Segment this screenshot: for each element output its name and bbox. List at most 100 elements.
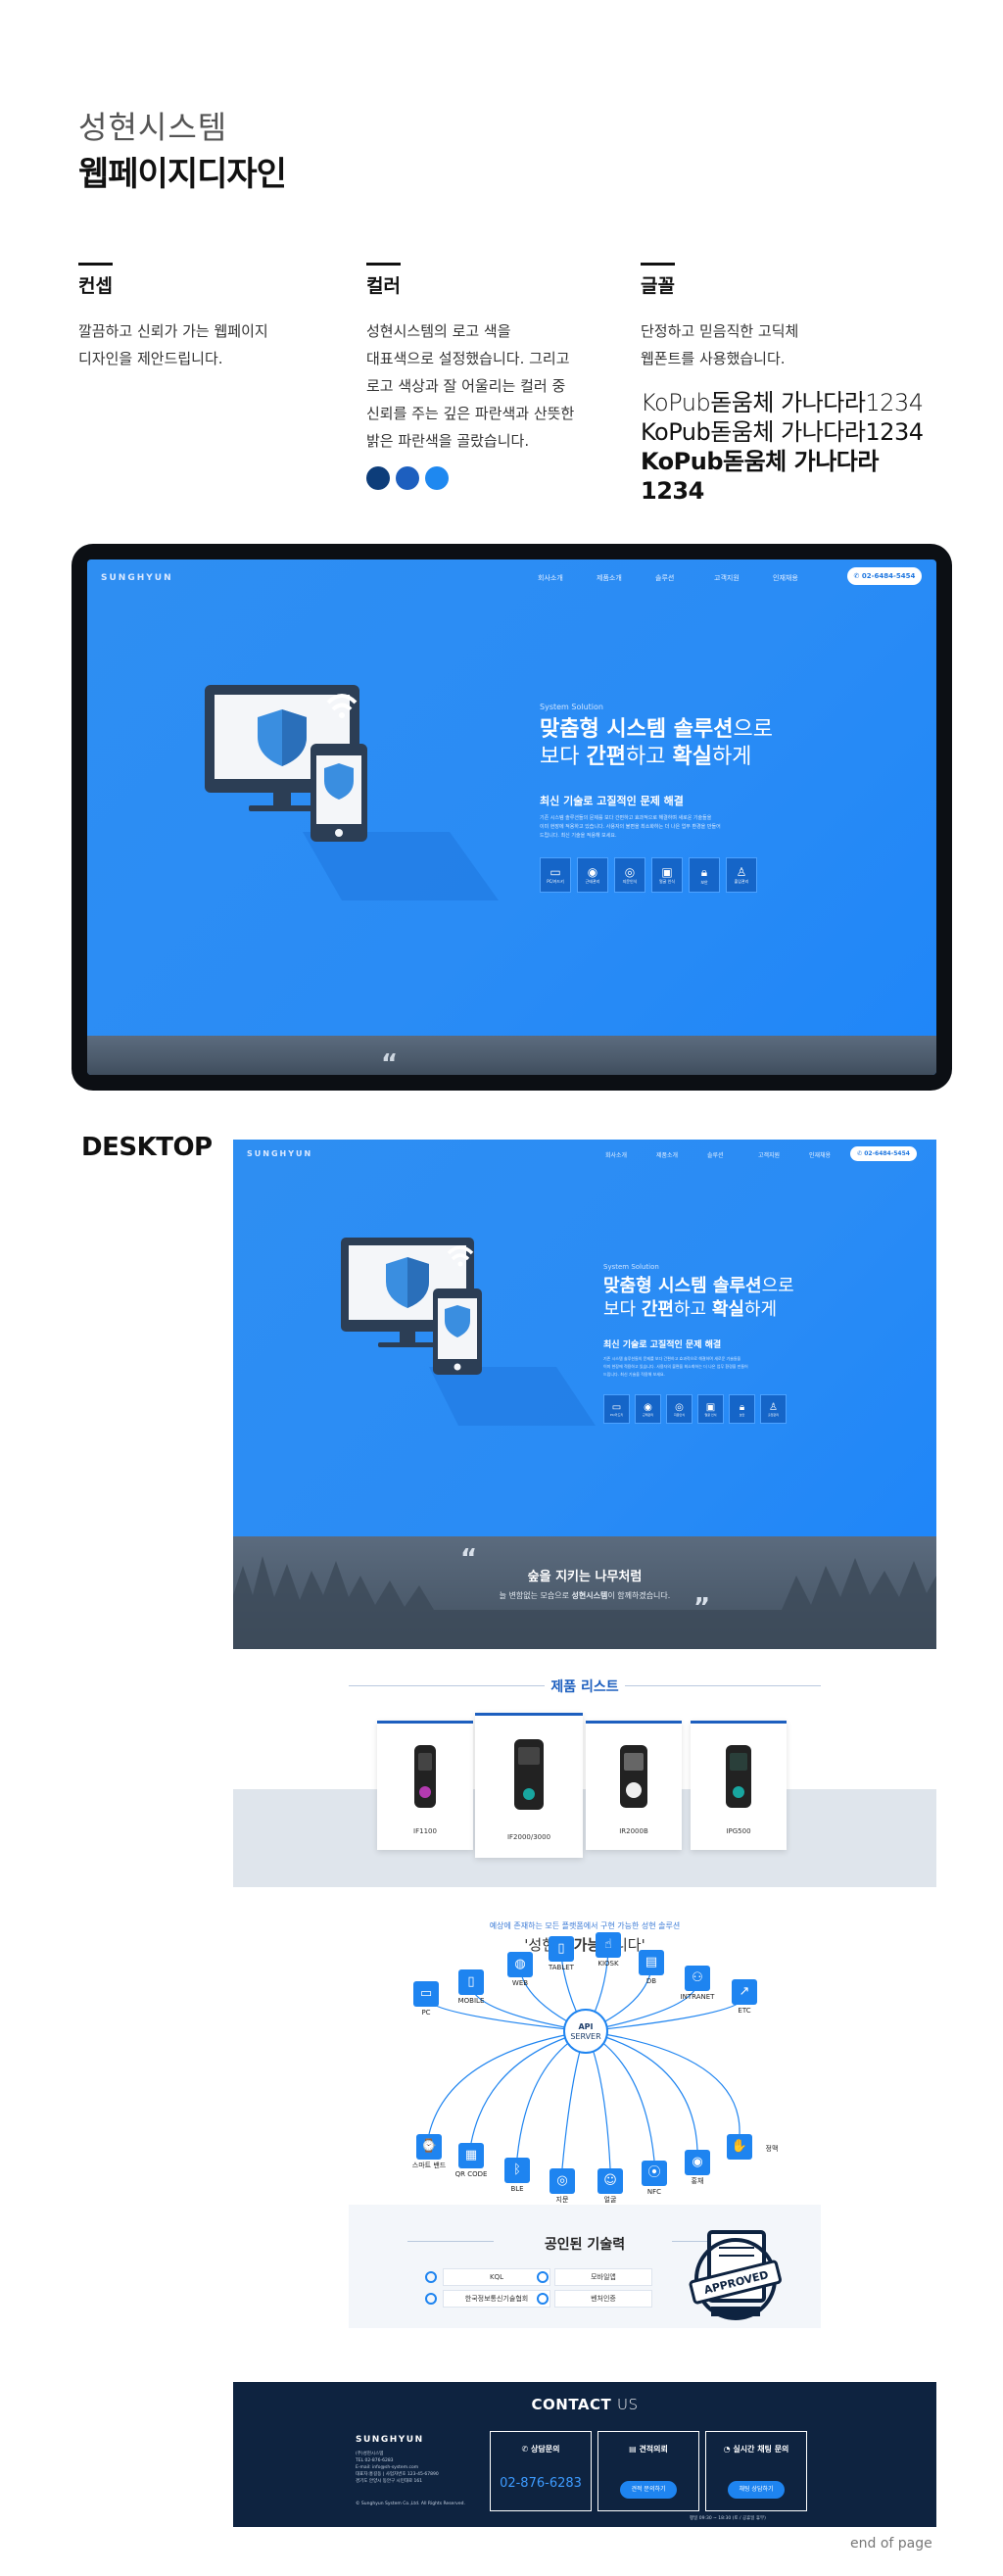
- device-image: [726, 1745, 751, 1808]
- node-label-ble: BLE: [510, 2185, 524, 2193]
- color-title: 컬러: [366, 263, 401, 298]
- product-card-if1100[interactable]: IF1100: [377, 1721, 473, 1850]
- contact-phone-number[interactable]: 02-876-6283: [491, 2476, 591, 2491]
- service-face[interactable]: ▣ 얼굴 인식: [651, 857, 683, 893]
- bluetooth-icon: ᛒ: [504, 2158, 530, 2183]
- desktop-hero-description: 기존 시스템 솔루션들의 문제를 보다 간편하고 효과적으로 해결하며 새로운 …: [603, 1356, 748, 1377]
- service-security[interactable]: 🔒︎ 보안: [689, 857, 720, 893]
- color-swatches: [366, 466, 611, 490]
- node-label-qr: QR CODE: [454, 2170, 488, 2178]
- contact-section: CONTACT US SUNGHYUN (주)성현시스템 TEL 02-876-…: [233, 2382, 936, 2527]
- node-label-db: DB: [645, 1977, 657, 1985]
- desktop-service-pc-card[interactable]: ▭ PC/카드키: [603, 1394, 630, 1424]
- nav-item-products[interactable]: 제품소개: [597, 573, 655, 583]
- desktop-service-icons: ▭ PC/카드키 ◉ 근태관리 ◎ 지문인식 ▣ 얼굴 인식 🔒︎ 보안 ♙ 출입관리: [603, 1394, 787, 1424]
- hero-kicker: System Solution: [540, 703, 603, 711]
- node-label-etc: ETC: [738, 2007, 751, 2015]
- qr-code-icon: ▦: [458, 2143, 484, 2168]
- concept-section: 컨셉 깔끔하고 신뢰가 가는 웹페이지 디자인을 제안드립니다.: [78, 263, 323, 372]
- font-text: 단정하고 믿음직한 고딕체 웹폰트를 사용했습니다.: [641, 322, 799, 367]
- business-hours: 평일 09:30 ~ 18:30 (토 / 공휴일 휴무): [690, 2516, 766, 2521]
- desktop-hero-subheadline: 최신 기술로 고질적인 문제 해결: [603, 1340, 722, 1350]
- product-card-ipg500[interactable]: IPG500: [691, 1721, 787, 1850]
- monitor-shield-illustration: [205, 685, 499, 900]
- node-label-iris: 홍채: [691, 2177, 704, 2185]
- product-card-ir2000b[interactable]: IR2000B: [586, 1721, 682, 1850]
- nav-item-company[interactable]: 회사소개: [538, 573, 597, 583]
- desktop-nav-company[interactable]: 회사소개: [605, 1150, 656, 1159]
- node-label-smartband: 스마트 밴드: [411, 2162, 447, 2169]
- person-icon: ♙: [769, 1401, 778, 1413]
- service-icons: ▭ PC/카드키 ◉ 근태관리 ◎ 지문인식 ▣ 얼굴 인식 🔒︎ 보안 ♙ 출입관리: [540, 857, 757, 893]
- document-icon: ▤: [629, 2445, 640, 2454]
- hero-description: 기존 시스템 솔루션들의 문제를 보다 간편하고 효과적으로 해결하며 새로운 …: [540, 815, 721, 839]
- footer-address: (주)성현시스템 TEL 02-876-6283 E-mail: info@sh…: [356, 2452, 439, 2484]
- card-icon: ▭: [611, 1401, 622, 1413]
- desktop-site-logo[interactable]: SUNGHYUN: [247, 1149, 312, 1158]
- footer-copyright: © Sunghyun System Co.,Ltd. All Rights Re…: [356, 2502, 465, 2506]
- desktop-nav-products[interactable]: 제품소개: [656, 1150, 707, 1159]
- contact-box-title: ▤ 견적의뢰: [629, 2445, 668, 2454]
- phone-button[interactable]: ✆ 02-6484-5454: [847, 567, 922, 585]
- desktop-nav-support[interactable]: 고객지원: [758, 1150, 809, 1159]
- nav-item-careers[interactable]: 인재채용: [773, 573, 832, 583]
- chat-button[interactable]: 채팅 상담하기: [728, 2481, 785, 2499]
- nav-item-solution[interactable]: 솔루션: [655, 573, 714, 583]
- desktop-hero: SUNGHYUN 회사소개 제품소개 솔루션 고객지원 인재채용 ✆ 02-64…: [233, 1140, 936, 1536]
- site-logo[interactable]: SUNGHYUN: [101, 573, 173, 583]
- etc-icon: ↗: [732, 1979, 757, 2005]
- desktop-hero-kicker: System Solution: [603, 1263, 659, 1271]
- node-label-vein: 정맥: [765, 2145, 779, 2153]
- swatch-deep-blue: [366, 466, 390, 490]
- contact-box-title: ✆ 상담문의: [521, 2445, 560, 2454]
- device-image: [514, 1739, 544, 1810]
- kiosk-icon: ☝: [596, 1932, 621, 1958]
- project-title: 웹페이지디자인: [78, 155, 287, 194]
- check-icon: [537, 2293, 549, 2305]
- check-icon: [537, 2271, 549, 2283]
- font-section: 글꼴 단정하고 믿음직한 고딕체 웹폰트를 사용했습니다. KoPub돋움체 가…: [641, 263, 934, 506]
- api-server-node: API SERVER: [563, 2009, 608, 2054]
- nav-item-support[interactable]: 고객지원: [714, 573, 773, 583]
- face-scan-icon: ▣: [705, 1401, 716, 1413]
- font-sample-bold: KoPub돋움체 가나다라1234: [641, 448, 879, 505]
- service-access[interactable]: ♙ 출입관리: [726, 857, 757, 893]
- end-of-page-note: end of page: [850, 2536, 932, 2552]
- smartband-icon: ⌚: [416, 2134, 442, 2160]
- desktop-service-access[interactable]: ♙ 출입관리: [760, 1394, 787, 1424]
- cert-item-tta: 한국정보통신기술협회: [443, 2290, 550, 2308]
- phone-icon: ✆: [521, 2445, 532, 2454]
- face-icon: ☺: [597, 2168, 623, 2194]
- service-attendance[interactable]: ◉ 근태관리: [577, 857, 608, 893]
- lock-icon: 🔒︎: [700, 864, 708, 879]
- product-card-if2000[interactable]: IF2000/3000: [475, 1713, 583, 1858]
- network-section: 예상에 존재하는 모든 플랫폼에서 구현 가능한 성현 솔루션 '성현은 가능합…: [233, 1887, 936, 2406]
- check-icon: [425, 2293, 437, 2305]
- forest-quote-section: “ 숲을 지키는 나무처럼 늘 변함없는 모습으로 성현시스템이 함께하겠습니다…: [233, 1536, 936, 1649]
- products-section: 제품 리스트 IF1100 IF2000/3000 IR2000B IPG500: [233, 1649, 936, 1887]
- certifications-section: 공인된 기술력 KQL 모바일앱 한국정보통신기술협회 벤처인증 APPROVE…: [349, 2205, 821, 2328]
- laptop-screen: SUNGHYUN 회사소개 제품소개 솔루션 고객지원 인재채용 ✆ 02-64…: [87, 559, 936, 1075]
- desktop-nav-solution[interactable]: 솔루션: [707, 1150, 758, 1159]
- service-fingerprint[interactable]: ◎ 지문인식: [614, 857, 645, 893]
- node-label-face: 얼굴: [603, 2196, 617, 2204]
- desktop-monitor-illustration: [341, 1238, 596, 1426]
- fingerprint-icon: ◎: [624, 865, 636, 879]
- lock-icon: 🔒︎: [739, 1401, 745, 1413]
- swatch-light-blue: [425, 466, 449, 490]
- quote-request-button[interactable]: 견적 문의하기: [620, 2481, 677, 2499]
- laptop-mockup: SUNGHYUN 회사소개 제품소개 솔루션 고객지원 인재채용 ✆ 02-64…: [72, 544, 952, 1091]
- tablet-icon: ▯: [549, 1936, 574, 1962]
- desktop-service-security[interactable]: 🔒︎ 보안: [729, 1394, 755, 1424]
- desktop-service-attendance[interactable]: ◉ 근태관리: [635, 1394, 661, 1424]
- desktop-service-fingerprint[interactable]: ◎ 지문인식: [666, 1394, 693, 1424]
- web-icon: ◍: [507, 1952, 533, 1977]
- products-title: 제품 리스트: [550, 1679, 619, 1695]
- pc-icon: ▭: [413, 1981, 439, 2007]
- desktop-service-face[interactable]: ▣ 얼굴 인식: [697, 1394, 724, 1424]
- desktop-phone-button[interactable]: ✆ 02-6484-5454: [850, 1146, 917, 1161]
- contact-box-chat: ◔ 실시간 채팅 문의 채팅 상담하기: [705, 2431, 807, 2511]
- service-pc-card[interactable]: ▭ PC/카드키: [540, 857, 571, 893]
- approved-stamp-illustration: [689, 2230, 782, 2320]
- person-icon: ♙: [736, 865, 747, 879]
